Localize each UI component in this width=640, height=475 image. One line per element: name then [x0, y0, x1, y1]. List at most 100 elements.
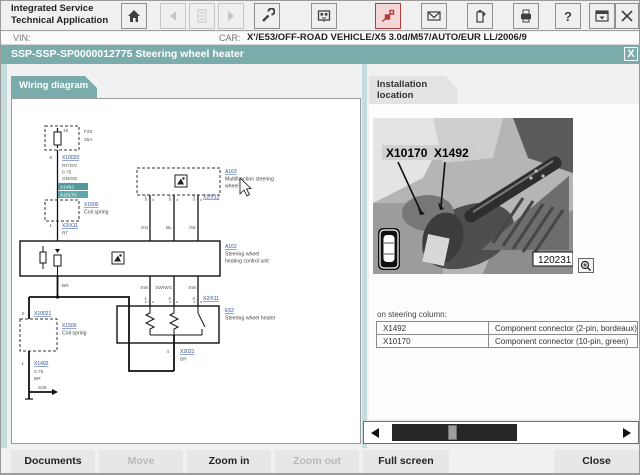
pin-label: 1: [144, 195, 147, 201]
scrollbar-track-fill[interactable]: [392, 424, 517, 441]
pin-label: 3: [192, 195, 195, 201]
wire-color-label: BR: [34, 376, 41, 382]
scroll-left-icon: [371, 427, 379, 438]
connector-desc-cell: Component connector (10-pin, green): [488, 334, 638, 348]
photo-label-x10170: X10170: [386, 146, 428, 160]
coil-spring-upper: X1500 Coil spring: [44, 199, 109, 222]
history-document-button[interactable]: [189, 3, 215, 29]
mfsw-wires: [149, 195, 199, 241]
heater-link[interactable]: E52: [225, 308, 234, 314]
documents-button[interactable]: Documents: [11, 450, 95, 473]
wire-color-label: SW/WS: [155, 285, 172, 291]
ground-point-label: S28: [38, 385, 47, 391]
zoom-out-button[interactable]: Zoom out: [275, 450, 359, 473]
magnify-photo-button[interactable]: [578, 258, 594, 273]
pin-label: 1: [49, 223, 52, 229]
battery-status-button[interactable]: [467, 3, 493, 29]
connector-link[interactable]: X1492: [34, 361, 49, 367]
connector-link[interactable]: X2/X11: [62, 223, 78, 229]
tab-wiring-diagram[interactable]: Wiring diagram: [11, 76, 97, 98]
photo-id: 120231: [538, 255, 572, 266]
heater-name: Steering wheel heater: [225, 316, 276, 322]
scrollbar-thumb[interactable]: [448, 425, 457, 440]
tab-installation-location[interactable]: Installation location: [369, 76, 457, 104]
pin-label: 2: [168, 296, 171, 302]
diagnosis-device-button[interactable]: [311, 3, 337, 29]
connector-id-cell: X10170: [376, 334, 489, 348]
connector-link[interactable]: X2021: [180, 349, 195, 355]
ctrl-link[interactable]: A162: [225, 244, 237, 250]
connector-link-x10020[interactable]: X10020: [62, 155, 79, 161]
fuse-terminal-label: 15: [63, 128, 69, 134]
tab-install-label-2: location: [377, 90, 414, 101]
connection-status-button[interactable]: [375, 3, 401, 29]
battery-icon: [476, 10, 486, 23]
wire-color-label: BL: [166, 225, 172, 231]
coil2-name: Coil spring: [62, 331, 87, 337]
pin-label: 2: [168, 195, 171, 201]
wiring-diagram-svg: 15 F20 30A 6 X10020 RT/GN 0.75 GN/GE X14…: [19, 125, 276, 400]
scroll-left-button[interactable]: [364, 422, 386, 443]
pin-label: 4: [166, 349, 169, 355]
connector-link[interactable]: X2/X12: [203, 195, 220, 201]
coil-spring-lower: X1500 Coil spring: [19, 311, 87, 352]
pin-label: 1: [21, 361, 24, 367]
ctrl-name-2: heating control unit: [225, 259, 269, 265]
close-button[interactable]: Close: [554, 450, 639, 473]
wire-color-label: GN/GE: [62, 176, 77, 182]
mfsw-name-2: wheel: [225, 184, 239, 190]
document-close-button[interactable]: X: [624, 47, 638, 61]
printer-icon: [521, 9, 531, 23]
connector-link[interactable]: X10021: [34, 311, 51, 317]
wiring-diagram-panel[interactable]: 15 F20 30A 6 X10020 RT/GN 0.75 GN/GE X14…: [11, 98, 361, 444]
table-row: X1492 Component connector (2-pin, bordea…: [376, 321, 638, 335]
connector-link[interactable]: X2/X11: [203, 296, 219, 302]
wire-gauge-label: 0.75: [34, 369, 44, 375]
close-app-button[interactable]: [615, 3, 639, 29]
wire-color-label: SW: [188, 285, 196, 291]
pin-label: 3: [192, 296, 195, 302]
wire-color-label: GE: [189, 225, 196, 231]
help-icon: ?: [564, 8, 572, 24]
connector-table: X1492 Component connector (2-pin, bordea…: [376, 321, 638, 348]
minimize-button[interactable]: [589, 3, 615, 29]
minimize-tray-icon: [595, 10, 609, 22]
move-button[interactable]: Move: [99, 450, 183, 473]
connector-table-caption: on steering column:: [377, 310, 447, 319]
zoom-in-button[interactable]: Zoom in: [187, 450, 271, 473]
magnifier-icon: [580, 260, 591, 271]
heating-control-unit-component: A162 Steering wheel heating control unit: [19, 240, 269, 277]
installation-photo[interactable]: X10170 X1492 120231: [373, 118, 574, 274]
connector-desc-cell: Component connector (2-pin, bordeaux): [488, 321, 638, 335]
coil2-link[interactable]: X1500: [62, 323, 77, 329]
highlight-x1492: X1492: [60, 185, 74, 191]
full-screen-button[interactable]: Full screen: [363, 450, 449, 473]
print-button[interactable]: [513, 3, 539, 29]
document-title: SSP-SSP-SP0000012775 Steering wheel heat…: [11, 48, 244, 60]
car-label: CAR:: [219, 33, 241, 43]
close-icon: [621, 10, 633, 22]
tab-install-label-1: Installation: [377, 79, 428, 90]
multifunction-steering-wheel-component: A163 Multifunction steering wheel: [136, 167, 274, 196]
forward-button[interactable]: [218, 3, 244, 29]
wire-gauge-label: 0.75: [62, 170, 72, 176]
scroll-right-icon: [623, 427, 631, 438]
back-icon: [170, 11, 176, 21]
home-button[interactable]: [121, 3, 147, 29]
car-position-icon: [378, 228, 400, 270]
horizontal-scrollbar[interactable]: [363, 421, 639, 444]
footer-button-bar: Documents Move Zoom in Zoom out Full scr…: [1, 448, 639, 473]
ctrl-name-1: Steering wheel: [225, 252, 259, 258]
mfsw-link[interactable]: A163: [225, 169, 237, 175]
back-button[interactable]: [160, 3, 186, 29]
workshop-button[interactable]: [254, 3, 280, 29]
messages-button[interactable]: [421, 3, 447, 29]
coil1-link[interactable]: X1500: [84, 202, 99, 208]
scroll-right-button[interactable]: [616, 422, 638, 443]
wire-color-label: SW: [140, 285, 148, 291]
pin-label: 1: [144, 296, 147, 302]
highlighted-connectors[interactable]: X1492 X10170: [58, 183, 88, 199]
wrench-icon: [262, 8, 275, 22]
pin-label: 2: [21, 311, 24, 317]
help-button[interactable]: ?: [555, 3, 581, 29]
